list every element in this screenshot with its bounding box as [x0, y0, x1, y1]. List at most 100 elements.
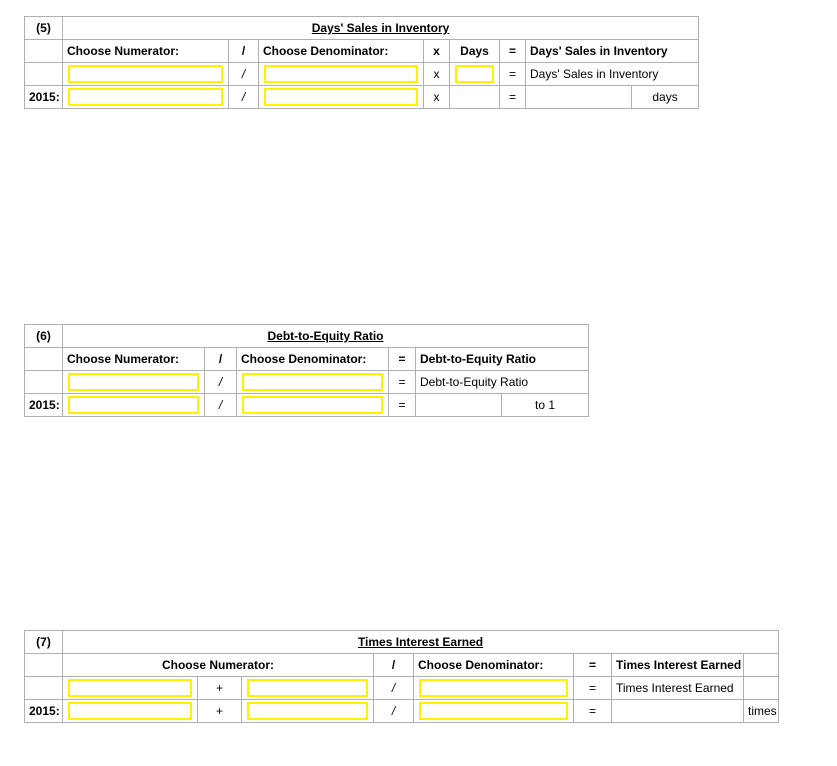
table-row: 2015: / = to 1 [24, 393, 590, 417]
row-label-year: 2015: [24, 393, 63, 417]
denominator-input-box[interactable] [264, 88, 418, 106]
row-label [24, 62, 63, 86]
equals-operator: = [388, 393, 416, 417]
header-choose-denominator: Choose Denominator: [258, 39, 424, 63]
days-value[interactable] [449, 85, 500, 109]
denominator-input-box[interactable] [419, 702, 568, 720]
numerator-first-input[interactable] [62, 699, 198, 723]
header-result: Debt-to-Equity Ratio [414, 347, 590, 371]
denominator-input[interactable] [236, 370, 389, 394]
result-unit: days [630, 85, 700, 109]
table-title-row: (5) Days' Sales in Inventory [24, 16, 700, 40]
header-equals-operator: = [573, 653, 612, 677]
table-row: / x = Days' Sales in Inventory [24, 62, 700, 86]
numerator-second-input[interactable] [241, 699, 374, 723]
header-spacer [24, 39, 63, 63]
table-row: 2015: / x = days [24, 85, 700, 109]
header-multiply-operator: x [423, 39, 450, 63]
numerator-second-input-box[interactable] [247, 702, 368, 720]
header-equals-operator: = [388, 347, 416, 371]
result-label: Days' Sales in Inventory [524, 62, 700, 86]
header-spacer [24, 347, 63, 371]
result-label: Times Interest Earned [611, 676, 744, 700]
equals-operator: = [499, 85, 526, 109]
table-row: 2015: + / = times [24, 699, 780, 723]
numerator-second-input-box[interactable] [247, 679, 368, 697]
table-row: + / = Times Interest Earned [24, 676, 780, 700]
divide-operator: / [373, 699, 414, 723]
numerator-input[interactable] [62, 370, 205, 394]
numerator-input-box[interactable] [68, 373, 199, 391]
numerator-input[interactable] [62, 85, 229, 109]
days-input[interactable] [449, 62, 500, 86]
row-label-year: 2015: [24, 85, 63, 109]
worksheet-page: (5) Days' Sales in Inventory Choose Nume… [0, 0, 837, 766]
result-unit: times [742, 699, 780, 723]
header-spacer [24, 653, 63, 677]
denominator-input-box[interactable] [242, 396, 383, 414]
numerator-input-box[interactable] [68, 396, 199, 414]
denominator-input-box[interactable] [242, 373, 383, 391]
denominator-input-box[interactable] [419, 679, 568, 697]
denominator-input[interactable] [413, 699, 574, 723]
plus-operator: + [197, 676, 242, 700]
result-value[interactable] [525, 85, 632, 109]
table-index: (5) [24, 16, 63, 40]
equals-operator: = [388, 370, 416, 394]
denominator-input[interactable] [258, 85, 424, 109]
result-unit [742, 676, 780, 700]
header-days: Days [449, 39, 500, 63]
row-label-year: 2015: [24, 699, 63, 723]
header-result: Days' Sales in Inventory [524, 39, 700, 63]
numerator-input[interactable] [62, 62, 229, 86]
header-divide-operator: / [373, 653, 414, 677]
result-label: Debt-to-Equity Ratio [414, 370, 590, 394]
multiply-operator: x [423, 85, 450, 109]
table-title: Days' Sales in Inventory [61, 16, 700, 40]
header-unit [742, 653, 780, 677]
header-choose-numerator: Choose Numerator: [62, 347, 205, 371]
divide-operator: / [373, 676, 414, 700]
table-title-row: (7) Times Interest Earned [24, 630, 780, 654]
table-row: / = Debt-to-Equity Ratio [24, 370, 590, 394]
header-equals-operator: = [499, 39, 526, 63]
denominator-input[interactable] [258, 62, 424, 86]
result-value[interactable] [611, 699, 744, 723]
numerator-second-input[interactable] [241, 676, 374, 700]
equals-operator: = [573, 699, 612, 723]
result-value[interactable] [415, 393, 502, 417]
table-index: (6) [24, 324, 63, 348]
divide-operator: / [228, 85, 259, 109]
ratio-table-times-interest-earned: (7) Times Interest Earned Choose Numerat… [24, 630, 780, 723]
numerator-first-input[interactable] [62, 676, 198, 700]
multiply-operator: x [423, 62, 450, 86]
days-input-box[interactable] [455, 65, 494, 83]
table-title-row: (6) Debt-to-Equity Ratio [24, 324, 590, 348]
numerator-input[interactable] [62, 393, 205, 417]
plus-operator: + [197, 699, 242, 723]
header-result: Times Interest Earned [611, 653, 744, 677]
table-header-row: Choose Numerator: / Choose Denominator: … [24, 653, 780, 677]
header-choose-numerator: Choose Numerator: [62, 39, 229, 63]
numerator-input-box[interactable] [68, 88, 223, 106]
table-title: Times Interest Earned [61, 630, 780, 654]
ratio-table-days-sales-in-inventory: (5) Days' Sales in Inventory Choose Nume… [24, 16, 700, 109]
equals-operator: = [499, 62, 526, 86]
divide-operator: / [204, 393, 237, 417]
table-index: (7) [24, 630, 63, 654]
denominator-input[interactable] [413, 676, 574, 700]
divide-operator: / [204, 370, 237, 394]
header-choose-denominator: Choose Denominator: [413, 653, 574, 677]
table-header-row: Choose Numerator: / Choose Denominator: … [24, 347, 590, 371]
result-unit: to 1 [500, 393, 590, 417]
row-label [24, 676, 63, 700]
ratio-table-debt-to-equity-ratio: (6) Debt-to-Equity Ratio Choose Numerato… [24, 324, 590, 417]
denominator-input-box[interactable] [264, 65, 418, 83]
equals-operator: = [573, 676, 612, 700]
numerator-first-input-box[interactable] [68, 702, 192, 720]
table-header-row: Choose Numerator: / Choose Denominator: … [24, 39, 700, 63]
numerator-input-box[interactable] [68, 65, 223, 83]
header-choose-denominator: Choose Denominator: [236, 347, 389, 371]
numerator-first-input-box[interactable] [68, 679, 192, 697]
denominator-input[interactable] [236, 393, 389, 417]
